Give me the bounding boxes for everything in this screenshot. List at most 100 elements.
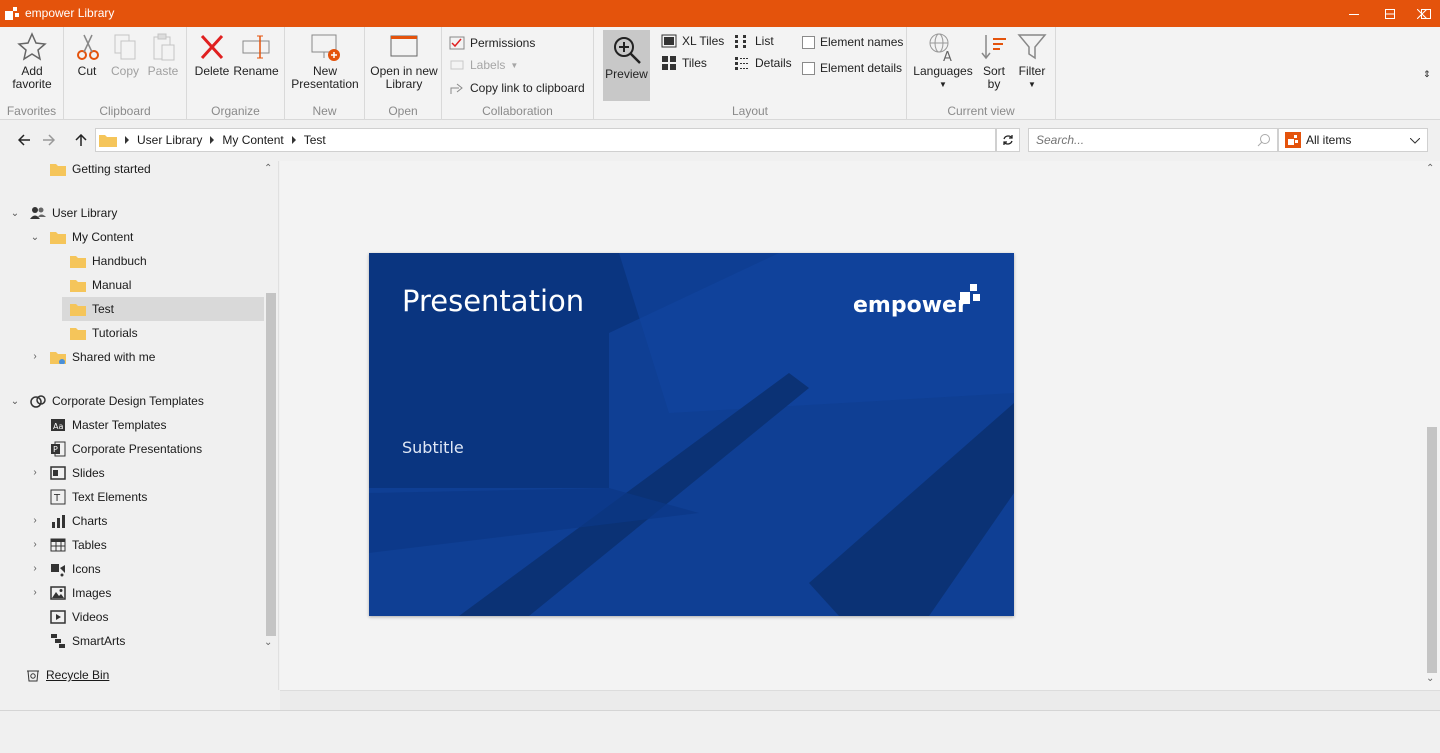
copy-button[interactable]: Copy [108, 31, 142, 78]
tree-item-slides[interactable]: Slides [50, 461, 105, 485]
permissions-icon [449, 36, 465, 50]
scissors-icon [77, 34, 99, 60]
tiles-label: Tiles [682, 56, 707, 70]
labels-button[interactable]: Labels ▼ [449, 55, 518, 75]
forward-button[interactable] [41, 132, 57, 148]
up-button[interactable] [73, 132, 89, 148]
expand-shared-icon[interactable]: › [30, 351, 40, 362]
title-bar: empower Library [0, 0, 1440, 27]
delete-button[interactable]: Delete [193, 31, 231, 78]
tree-item-label: Charts [72, 514, 108, 528]
tree-item-tutorials[interactable]: Tutorials [70, 321, 138, 345]
rename-icon [242, 35, 270, 59]
tree-item-label: Getting started [72, 162, 151, 176]
tree-item-corporate-presentations[interactable]: P Corporate Presentations [50, 437, 202, 461]
main-scroll-down-icon[interactable]: ⌄ [1426, 673, 1434, 684]
expand-images-icon[interactable]: › [30, 587, 40, 598]
expand-corporate-icon[interactable]: ⌄ [10, 396, 20, 407]
preview-button[interactable]: Preview [603, 30, 650, 101]
tree-item-text-elements[interactable]: T Text Elements [50, 485, 147, 509]
preview-content: Preview [603, 34, 650, 81]
copy-icon [114, 34, 136, 60]
current-view-group: A Languages ▼ Sort by Filter ▼ Current v… [907, 27, 1056, 120]
breadcrumb-user-library[interactable]: User Library [137, 133, 202, 147]
list-button[interactable]: List [734, 31, 774, 51]
breadcrumb-my-content[interactable]: My Content [222, 133, 283, 147]
main-scrollbar-thumb[interactable] [1427, 427, 1437, 673]
paste-button[interactable]: Paste [146, 31, 180, 78]
filter-button[interactable]: Filter ▼ [1015, 31, 1049, 91]
cut-button[interactable]: Cut [72, 31, 102, 78]
tree-item-icons[interactable]: Icons [50, 557, 101, 581]
tree-scroll-down-icon[interactable]: ⌄ [264, 637, 272, 648]
arrow-right-icon [43, 134, 55, 146]
tree-item-getting-started[interactable]: Getting started [50, 157, 151, 181]
tree-item-test[interactable]: Test [62, 297, 264, 321]
expand-slides-icon[interactable]: › [30, 467, 40, 478]
element-details-label: Element details [820, 61, 903, 75]
tree-item-master-templates[interactable]: Aa Master Templates [50, 413, 166, 437]
tiles-button[interactable]: Tiles [661, 53, 707, 73]
expand-my-content-icon[interactable]: ⌄ [30, 232, 40, 243]
preview-pane: Presentation Subtitle empower ⌃ ⌄ [280, 161, 1440, 690]
arrow-up-icon [75, 134, 87, 146]
element-details-check[interactable] [802, 61, 815, 75]
tree-item-images[interactable]: Images [50, 581, 111, 605]
tree-item-label: Manual [92, 278, 132, 292]
tree-scrollbar-thumb[interactable] [266, 293, 276, 636]
xl-tiles-button[interactable]: XL Tiles [661, 31, 724, 51]
tree-item-shared-with-me[interactable]: Shared with me [50, 345, 155, 369]
organize-group: Delete Rename Organize [187, 27, 285, 120]
new-presentation-button[interactable]: New Presentation [289, 31, 361, 91]
tree-item-label: Slides [72, 466, 105, 480]
permissions-button[interactable]: Permissions [449, 33, 535, 53]
sort-by-button[interactable]: Sort by [977, 31, 1011, 91]
back-button[interactable] [16, 132, 32, 148]
expand-charts-icon[interactable]: › [30, 515, 40, 526]
recycle-bin-link[interactable]: Recycle Bin [26, 668, 109, 682]
breadcrumb[interactable]: User Library My Content Test [95, 128, 996, 152]
open-new-library-button[interactable]: Open in new Library [369, 31, 439, 91]
open-group: Open in new Library Open [365, 27, 442, 120]
element-details-checkbox[interactable]: Element details [802, 58, 902, 78]
labels-label: Labels [470, 58, 506, 72]
tree-item-handbuch[interactable]: Handbuch [70, 249, 147, 273]
item-filter-select[interactable]: All items [1278, 128, 1428, 152]
element-names-checkbox[interactable]: Element names [802, 32, 903, 52]
copy-link-button[interactable]: Copy link to clipboard [449, 78, 585, 98]
tree-item-corporate-design-templates[interactable]: Corporate Design Templates [30, 389, 204, 413]
languages-button[interactable]: A Languages ▼ [913, 31, 973, 91]
tree-scroll-up-icon[interactable]: ⌃ [264, 163, 272, 174]
search-icon[interactable] [1257, 133, 1271, 147]
expand-tables-icon[interactable]: › [30, 539, 40, 550]
main-scroll-up-icon[interactable]: ⌃ [1426, 163, 1434, 174]
ribbon-collapse-icon[interactable]: ⇕ [1423, 69, 1431, 80]
tree-item-my-content[interactable]: My Content [50, 225, 133, 249]
share-link-icon [450, 83, 463, 94]
tree-item-tables[interactable]: Tables [50, 533, 107, 557]
breadcrumb-test[interactable]: Test [304, 133, 326, 147]
tree-item-label: Videos [72, 610, 109, 624]
preview-label: Preview [605, 67, 648, 81]
slide-preview[interactable]: Presentation Subtitle empower [369, 253, 1014, 616]
details-label: Details [755, 56, 792, 70]
tree-item-charts[interactable]: Charts [50, 509, 107, 533]
add-favorite-button[interactable]: Add favorite [6, 31, 58, 91]
element-names-check[interactable] [802, 35, 815, 49]
chevron-down-icon [1410, 138, 1420, 144]
tree-item-videos[interactable]: Videos [50, 605, 108, 629]
tree-item-label: Tables [72, 538, 107, 552]
tree-item-user-library[interactable]: User Library [30, 201, 117, 225]
tree-item-manual[interactable]: Manual [70, 273, 131, 297]
refresh-button[interactable] [996, 128, 1020, 152]
expand-user-library-icon[interactable]: ⌄ [10, 208, 20, 219]
star-icon [17, 32, 47, 61]
horizontal-scrollbar[interactable] [280, 690, 1440, 710]
maximize-button[interactable] [1408, 0, 1440, 27]
expand-icons-icon[interactable]: › [30, 563, 40, 574]
details-button[interactable]: Details [734, 53, 792, 73]
tree-item-smartarts[interactable]: SmartArts [50, 629, 125, 653]
search-input[interactable] [1029, 129, 1249, 151]
slides-icon [50, 466, 66, 480]
rename-button[interactable]: Rename [233, 31, 279, 78]
